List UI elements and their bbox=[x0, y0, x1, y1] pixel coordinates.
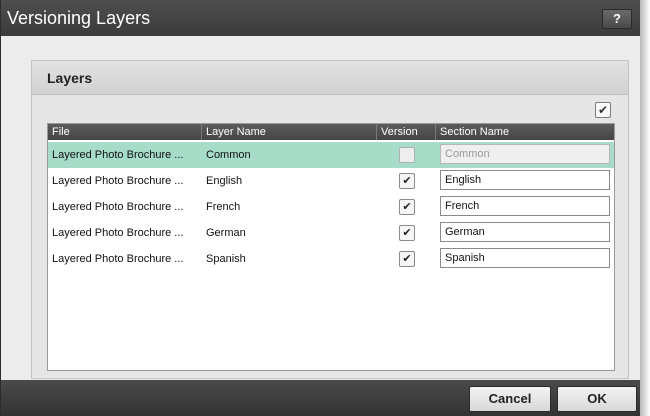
layer-name-cell: Common bbox=[206, 149, 251, 161]
section-name-input[interactable] bbox=[440, 170, 610, 190]
version-checkbox[interactable]: ✔ bbox=[399, 225, 415, 241]
table-row[interactable]: Layered Photo Brochure ... French ✔ bbox=[48, 194, 614, 220]
column-header-version[interactable]: Version bbox=[377, 124, 436, 140]
column-header-layer-name[interactable]: Layer Name bbox=[202, 124, 377, 140]
table-row[interactable]: Layered Photo Brochure ... German ✔ bbox=[48, 220, 614, 246]
layer-name-cell: Spanish bbox=[206, 253, 246, 265]
ok-button[interactable]: OK bbox=[557, 386, 637, 412]
title-bar: Versioning Layers ? bbox=[1, 0, 640, 36]
section-name-input[interactable] bbox=[440, 196, 610, 216]
dialog-title: Versioning Layers bbox=[7, 8, 151, 28]
layer-name-cell: French bbox=[206, 201, 241, 213]
column-header-file[interactable]: File bbox=[48, 124, 202, 140]
dialog-footer: Cancel OK bbox=[1, 380, 640, 416]
section-name-input[interactable] bbox=[440, 248, 610, 268]
file-cell: Layered Photo Brochure ... bbox=[52, 175, 184, 187]
table-row[interactable]: Layered Photo Brochure ... English ✔ bbox=[48, 168, 614, 194]
version-checkbox[interactable] bbox=[399, 147, 415, 163]
layer-name-cell: German bbox=[206, 227, 246, 239]
layers-table: File Layer Name Version Section Name Lay… bbox=[47, 123, 615, 371]
file-cell: Layered Photo Brochure ... bbox=[52, 149, 184, 161]
file-cell: Layered Photo Brochure ... bbox=[52, 227, 184, 239]
help-button[interactable]: ? bbox=[602, 9, 632, 29]
section-name-input[interactable] bbox=[440, 144, 610, 164]
panel-title: Layers bbox=[32, 61, 628, 95]
section-name-input[interactable] bbox=[440, 222, 610, 242]
version-checkbox[interactable]: ✔ bbox=[399, 173, 415, 189]
layers-panel: Layers ✔ File Layer Name Version Section… bbox=[31, 60, 629, 379]
cancel-button[interactable]: Cancel bbox=[469, 386, 551, 412]
version-checkbox[interactable]: ✔ bbox=[399, 199, 415, 215]
layer-name-cell: English bbox=[206, 175, 243, 187]
file-cell: Layered Photo Brochure ... bbox=[52, 253, 184, 265]
dialog-shadow bbox=[640, 0, 650, 416]
version-checkbox[interactable]: ✔ bbox=[399, 251, 415, 267]
column-header-section-name[interactable]: Section Name bbox=[436, 124, 614, 140]
dialog-content: Layers ✔ File Layer Name Version Section… bbox=[1, 36, 640, 380]
table-row[interactable]: Layered Photo Brochure ... Common bbox=[48, 142, 614, 168]
select-all-checkbox[interactable]: ✔ bbox=[595, 102, 611, 118]
file-cell: Layered Photo Brochure ... bbox=[52, 201, 184, 213]
table-row[interactable]: Layered Photo Brochure ... Spanish ✔ bbox=[48, 246, 614, 272]
versioning-layers-dialog: Versioning Layers ? Layers ✔ File Layer … bbox=[0, 0, 640, 416]
table-header: File Layer Name Version Section Name bbox=[48, 124, 614, 140]
